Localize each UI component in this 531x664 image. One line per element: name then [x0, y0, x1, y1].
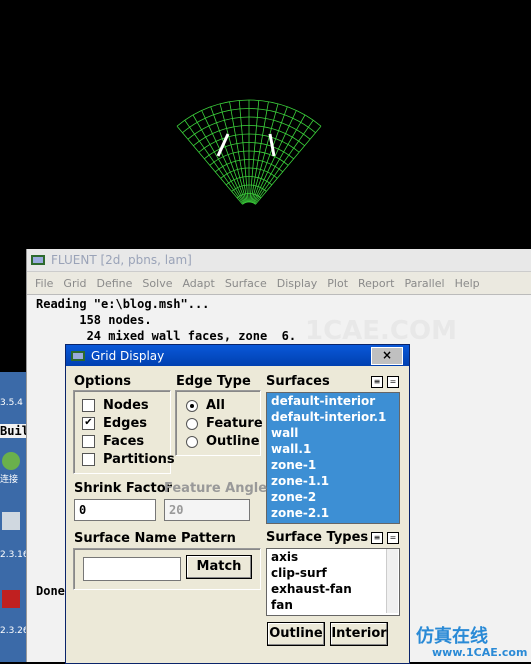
option-label: Edges [103, 416, 148, 431]
menu-help[interactable]: Help [455, 277, 480, 290]
desktop-strip: 3.5.4 Buil 连接 2.3.16 2.3.26 [0, 372, 29, 662]
watermark-text: 1CAE.COM [305, 316, 457, 346]
option-label: Partitions [103, 452, 175, 467]
menu-plot[interactable]: Plot [327, 277, 348, 290]
radio-label: All [206, 398, 225, 413]
option-nodes[interactable]: Nodes [82, 398, 149, 413]
checkbox-partitions[interactable] [82, 453, 95, 466]
mesh-display [176, 99, 322, 205]
console-line: Reading "e:\blog.msh"... [36, 297, 210, 311]
menu-define[interactable]: Define [97, 277, 133, 290]
list-item[interactable]: default-interior [267, 393, 399, 409]
mesh-edge [255, 125, 322, 205]
menu-adapt[interactable]: Adapt [182, 277, 214, 290]
surfaces-list[interactable]: default-interior default-interior.1 wall… [266, 392, 400, 524]
dialog-title: Grid Display [91, 348, 165, 363]
checkbox-faces[interactable] [82, 435, 95, 448]
deselect-all-icon[interactable]: = [387, 532, 399, 544]
fluent-logo-icon [71, 350, 85, 361]
console-titlebar[interactable]: FLUENT [2d, pbns, lam] [27, 249, 531, 272]
menu-parallel[interactable]: Parallel [404, 277, 444, 290]
list-item[interactable]: fan [267, 597, 399, 613]
feature-angle-input[interactable]: 20 [164, 499, 250, 521]
list-item[interactable]: default-interior.1 [267, 409, 399, 425]
outline-button[interactable]: Outline [267, 622, 325, 646]
mesh-edge [176, 125, 243, 205]
radio-all[interactable] [186, 399, 198, 412]
desktop-label: 3.5.4 [0, 398, 23, 408]
console-line: 158 nodes. [36, 313, 152, 327]
option-partitions[interactable]: Partitions [82, 452, 175, 467]
radio-outline[interactable] [186, 435, 198, 448]
console-title: FLUENT [2d, pbns, lam] [51, 253, 192, 267]
list-item[interactable]: zone-2 [267, 489, 399, 505]
edge-type-outline[interactable]: Outline [186, 434, 260, 449]
interior-button[interactable]: Interior [330, 622, 388, 646]
grid-display-dialog: Grid Display × Options Nodes ✔ Edges Face… [65, 344, 410, 664]
radio-feature[interactable] [186, 417, 198, 430]
surfaces-label: Surfaces [266, 374, 330, 389]
checkbox-nodes[interactable] [82, 399, 95, 412]
surface-types-scrollbar[interactable] [386, 549, 398, 613]
list-item[interactable]: axis [267, 549, 399, 565]
options-label: Options [74, 374, 131, 389]
app-icon[interactable] [2, 512, 20, 530]
menu-file[interactable]: File [35, 277, 53, 290]
watermark-logo: 仿真在线 [416, 626, 488, 647]
radio-label: Outline [206, 434, 260, 449]
list-item[interactable]: zone-1 [267, 457, 399, 473]
fluent-logo-icon [31, 255, 45, 265]
app-icon[interactable] [2, 590, 20, 608]
shrink-factor-label: Shrink Factor [74, 481, 173, 496]
dialog-titlebar[interactable]: Grid Display × [66, 345, 409, 366]
menu-display[interactable]: Display [277, 277, 318, 290]
match-button[interactable]: Match [186, 555, 252, 579]
close-button[interactable]: × [371, 347, 403, 365]
list-item[interactable]: clip-surf [267, 565, 399, 581]
option-edges[interactable]: ✔ Edges [82, 416, 147, 431]
edge-type-feature[interactable]: Feature [186, 416, 263, 431]
mesh-wall [216, 133, 230, 157]
list-item[interactable]: wall [267, 425, 399, 441]
menu-report[interactable]: Report [358, 277, 394, 290]
desktop-label: 2.3.26 [0, 626, 29, 636]
surface-types-list[interactable]: axis clip-surf exhaust-fan fan [266, 548, 400, 616]
menu-solve[interactable]: Solve [142, 277, 172, 290]
option-label: Nodes [103, 398, 149, 413]
desktop-label: 2.3.16 [0, 550, 29, 560]
surface-types-label: Surface Types [266, 530, 369, 545]
select-all-icon[interactable]: ≡ [371, 532, 383, 544]
checkbox-edges[interactable]: ✔ [82, 417, 95, 430]
surface-pattern-input[interactable] [83, 557, 181, 581]
menu-surface[interactable]: Surface [225, 277, 267, 290]
desktop-label: Buil [0, 424, 29, 438]
console-output: Reading "e:\blog.msh"... 158 nodes. 24 m… [36, 296, 296, 344]
option-label: Faces [103, 434, 145, 449]
watermark-url: www.1CAE.com [432, 646, 528, 659]
edge-type-all[interactable]: All [186, 398, 225, 413]
edge-type-label: Edge Type [176, 374, 251, 389]
desktop-label: 连接 [0, 475, 19, 485]
list-item[interactable]: wall.1 [267, 441, 399, 457]
radio-label: Feature [206, 416, 263, 431]
shrink-factor-input[interactable]: 0 [74, 499, 156, 521]
feature-angle-label: Feature Angle [164, 481, 268, 496]
list-item[interactable]: exhaust-fan [267, 581, 399, 597]
console-line: 24 mixed wall faces, zone 6. [36, 329, 297, 343]
surface-name-pattern-label: Surface Name Pattern [74, 531, 236, 546]
menu-bar: File Grid Define Solve Adapt Surface Dis… [27, 272, 531, 295]
list-item[interactable]: zone-2.1 [267, 505, 399, 521]
network-icon[interactable] [2, 452, 20, 470]
deselect-all-icon[interactable]: = [387, 376, 399, 388]
list-item[interactable]: zone-1.1 [267, 473, 399, 489]
menu-grid[interactable]: Grid [63, 277, 86, 290]
console-done: Done [36, 584, 65, 598]
select-all-icon[interactable]: ≡ [371, 376, 383, 388]
option-faces[interactable]: Faces [82, 434, 144, 449]
